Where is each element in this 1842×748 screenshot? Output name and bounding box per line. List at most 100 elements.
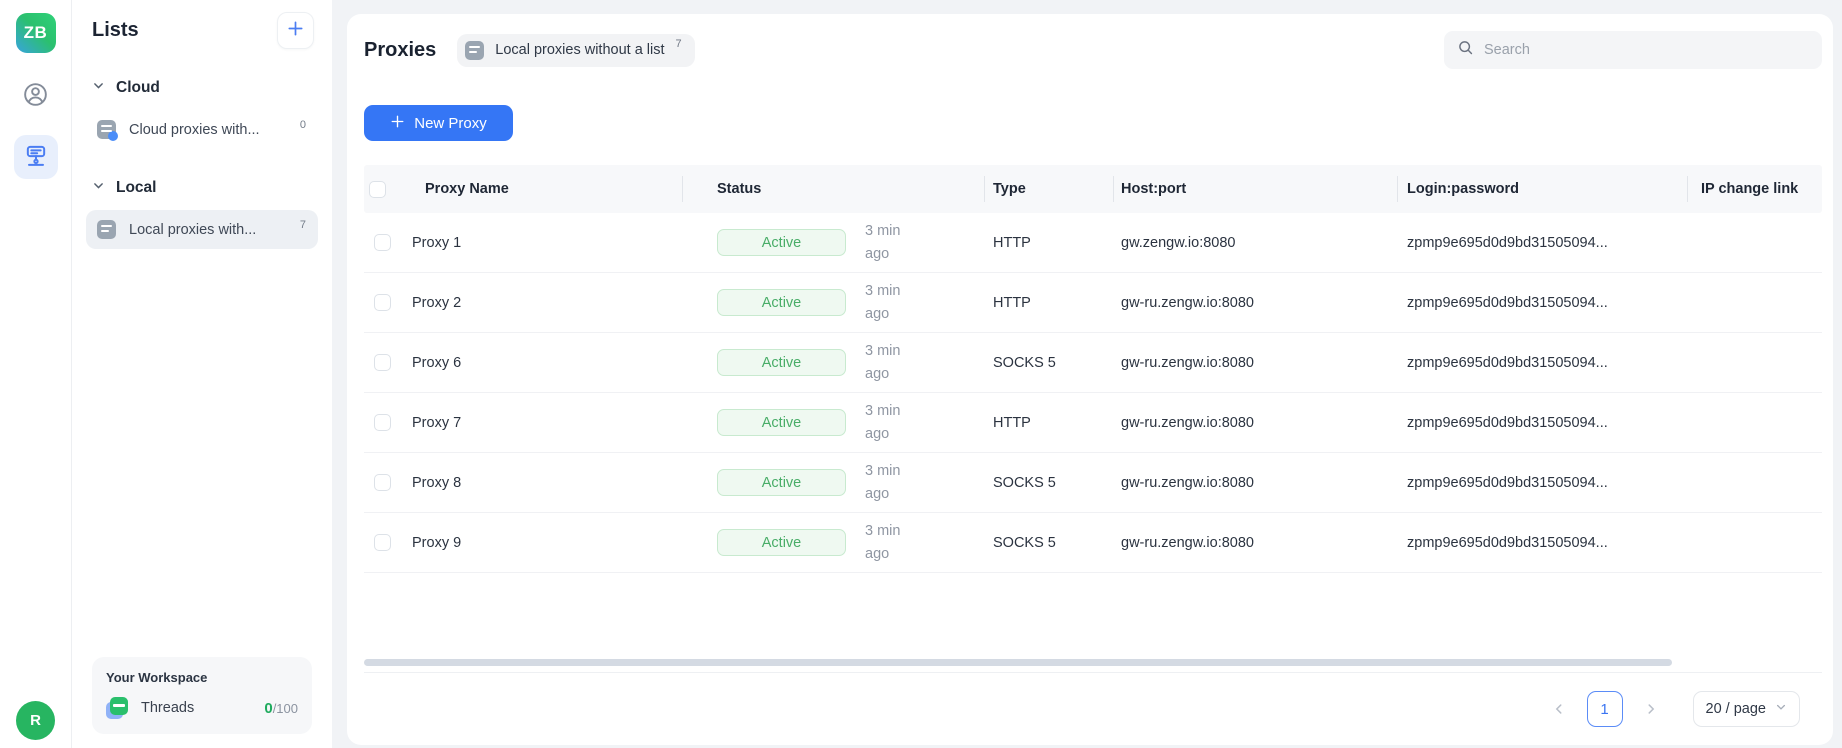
current-list-count: 7 bbox=[675, 38, 682, 50]
proxy-type: HTTP bbox=[993, 414, 1031, 431]
column-header-host-port: Host:port bbox=[1121, 181, 1187, 197]
next-page-button[interactable] bbox=[1640, 698, 1662, 720]
table-row[interactable]: Proxy 8 Active 3 min ago SOCKS 5 gw-ru.z… bbox=[364, 453, 1822, 513]
search-input[interactable] bbox=[1484, 42, 1809, 58]
ip-change-link-cell bbox=[1687, 453, 1822, 512]
proxy-host-port: gw-ru.zengw.io:8080 bbox=[1121, 414, 1254, 431]
table-header: Proxy Name Status Type Host:port Login:p… bbox=[364, 165, 1822, 213]
list-icon bbox=[465, 40, 485, 60]
user-avatar[interactable]: R bbox=[16, 701, 55, 740]
proxy-login-password: zpmp9e695d0d9bd31505094... bbox=[1407, 414, 1608, 431]
ip-change-link-cell bbox=[1687, 213, 1822, 272]
updated-ago-text: 3 min ago bbox=[865, 522, 901, 562]
ip-change-link-cell bbox=[1687, 333, 1822, 392]
sidebar-item-account[interactable] bbox=[14, 75, 58, 119]
workspace-title: Your Workspace bbox=[106, 670, 208, 685]
table-row[interactable]: Proxy 7 Active 3 min ago HTTP gw-ru.zeng… bbox=[364, 393, 1822, 453]
main-area: Proxies Local proxies without a list 7 S… bbox=[332, 0, 1842, 748]
page-size-select[interactable]: 20 / page bbox=[1692, 691, 1800, 727]
proxy-type: SOCKS 5 bbox=[993, 354, 1056, 371]
select-all-checkbox[interactable] bbox=[369, 180, 386, 198]
table-row[interactable]: Proxy 6 Active 3 min ago SOCKS 5 gw-ru.z… bbox=[364, 333, 1822, 393]
proxy-name: Proxy 8 bbox=[412, 474, 462, 491]
proxy-server-icon bbox=[22, 141, 50, 174]
section-local: Local Local proxies with... 7 bbox=[86, 179, 318, 249]
table-row[interactable]: Proxy 2 Active 3 min ago HTTP gw-ru.zeng… bbox=[364, 273, 1822, 333]
updated-ago-text: 3 min ago bbox=[865, 282, 901, 322]
status-badge: Active bbox=[717, 229, 846, 256]
table-row[interactable]: Proxy 1 Active 3 min ago HTTP gw.zengw.i… bbox=[364, 213, 1822, 273]
page-number-button[interactable]: 1 bbox=[1586, 691, 1623, 727]
ip-change-link-cell bbox=[1687, 273, 1822, 332]
row-checkbox[interactable] bbox=[374, 234, 391, 251]
chevron-down-icon bbox=[92, 79, 105, 97]
status-badge: Active bbox=[717, 469, 846, 496]
proxy-login-password: zpmp9e695d0d9bd31505094... bbox=[1407, 534, 1608, 551]
proxy-type: SOCKS 5 bbox=[993, 474, 1056, 491]
status-badge: Active bbox=[717, 409, 846, 436]
horizontal-scrollbar bbox=[364, 659, 1672, 666]
proxy-name: Proxy 1 bbox=[412, 234, 462, 251]
row-checkbox[interactable] bbox=[374, 294, 391, 311]
page-size-value: 20 / page bbox=[1705, 701, 1766, 717]
chevron-down-icon bbox=[1775, 701, 1787, 717]
scrollbar-thumb[interactable] bbox=[364, 659, 1672, 666]
app-logo[interactable]: ZB bbox=[15, 13, 56, 53]
sidebar-item-proxies[interactable] bbox=[13, 135, 58, 179]
current-list-badge[interactable]: Local proxies without a list 7 bbox=[457, 33, 695, 67]
updated-ago-text: 3 min ago bbox=[865, 222, 901, 262]
updated-ago-text: 3 min ago bbox=[865, 402, 901, 442]
page-title: Proxies bbox=[364, 38, 437, 61]
add-list-button[interactable] bbox=[277, 12, 314, 49]
search-icon bbox=[1457, 39, 1474, 61]
sidebar-item-local-proxies[interactable]: Local proxies with... 7 bbox=[86, 210, 318, 249]
section-header-cloud[interactable]: Cloud bbox=[86, 79, 318, 97]
plus-icon bbox=[390, 114, 405, 133]
prev-page-button[interactable] bbox=[1548, 698, 1570, 720]
proxy-type: HTTP bbox=[993, 294, 1031, 311]
row-checkbox[interactable] bbox=[374, 534, 391, 551]
icon-rail: ZB R bbox=[0, 0, 72, 748]
proxies-card: Proxies Local proxies without a list 7 S… bbox=[347, 14, 1833, 745]
table-body: Proxy 1 Active 3 min ago HTTP gw.zengw.i… bbox=[364, 213, 1822, 573]
section-header-local[interactable]: Local bbox=[86, 179, 318, 197]
proxy-host-port: gw-ru.zengw.io:8080 bbox=[1121, 354, 1254, 371]
proxy-login-password: zpmp9e695d0d9bd31505094... bbox=[1407, 294, 1608, 311]
status-badge: Active bbox=[717, 349, 846, 376]
proxy-type: SOCKS 5 bbox=[993, 534, 1056, 551]
plus-icon bbox=[286, 19, 305, 43]
status-badge: Active bbox=[717, 289, 846, 316]
section-label: Local bbox=[116, 179, 157, 196]
column-header-type: Type bbox=[993, 181, 1026, 197]
workspace-card: Your Workspace Threads 0/100 bbox=[92, 657, 312, 734]
new-proxy-button[interactable]: New Proxy bbox=[364, 105, 513, 141]
section-label: Cloud bbox=[116, 79, 160, 96]
column-header-ip-change-link: IP change link bbox=[1701, 181, 1799, 197]
current-list-label: Local proxies without a list bbox=[495, 42, 665, 58]
row-checkbox[interactable] bbox=[374, 354, 391, 371]
updated-ago-text: 3 min ago bbox=[865, 462, 901, 502]
threads-usage: 0/100 bbox=[264, 699, 298, 717]
row-checkbox[interactable] bbox=[374, 474, 391, 491]
list-item-count: 7 bbox=[299, 218, 306, 231]
proxy-name: Proxy 9 bbox=[412, 534, 462, 551]
row-checkbox[interactable] bbox=[374, 414, 391, 431]
proxy-host-port: gw-ru.zengw.io:8080 bbox=[1121, 294, 1254, 311]
ip-change-link-cell bbox=[1687, 393, 1822, 452]
proxy-name: Proxy 6 bbox=[412, 354, 462, 371]
chevron-down-icon bbox=[92, 179, 105, 197]
proxy-name: Proxy 7 bbox=[412, 414, 462, 431]
column-header-status: Status bbox=[717, 181, 762, 197]
search-box bbox=[1444, 31, 1822, 69]
proxy-host-port: gw-ru.zengw.io:8080 bbox=[1121, 474, 1254, 491]
proxy-name: Proxy 2 bbox=[412, 294, 462, 311]
proxy-type: HTTP bbox=[993, 234, 1031, 251]
column-header-login-password: Login:password bbox=[1407, 181, 1519, 197]
sidebar-item-cloud-proxies[interactable]: Cloud proxies with... 0 bbox=[86, 110, 318, 149]
list-icon bbox=[97, 220, 116, 239]
table-row[interactable]: Proxy 9 Active 3 min ago SOCKS 5 gw-ru.z… bbox=[364, 513, 1822, 573]
updated-ago-text: 3 min ago bbox=[865, 342, 901, 382]
proxy-host-port: gw-ru.zengw.io:8080 bbox=[1121, 534, 1254, 551]
status-badge: Active bbox=[717, 529, 846, 556]
proxies-table: Proxy Name Status Type Host:port Login:p… bbox=[364, 165, 1822, 672]
